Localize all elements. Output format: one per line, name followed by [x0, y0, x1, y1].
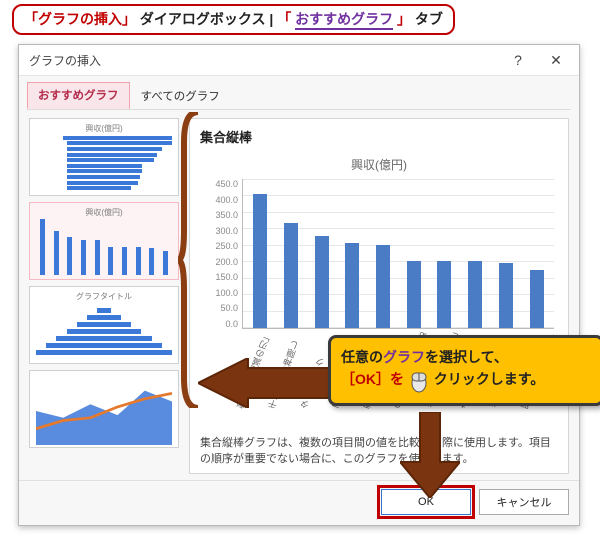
callout-line-1: 任意のグラフを選択して、: [341, 346, 591, 368]
callout-1b: グラフ: [383, 349, 425, 365]
chart-type-description: 集合縦棒グラフは、複数の項目間の値を比較する際に使用します。項目の順序が重要でな…: [200, 436, 558, 467]
chart-suggestion-1[interactable]: 興収(億円): [29, 118, 179, 196]
annotation-title-black1: ダイアログボックス: [140, 11, 266, 27]
chart-plotarea: [242, 179, 554, 329]
y-tick: 300.0: [204, 226, 238, 236]
cancel-button[interactable]: キャンセル: [479, 489, 569, 515]
y-tick: 50.0: [204, 303, 238, 313]
callout-2d: クリック: [434, 371, 490, 387]
dialog-title: グラフの挿入: [29, 52, 499, 69]
annotation-title-red1: 「グラフの挿入」: [24, 11, 136, 27]
chart-type-heading: 集合縦棒: [200, 127, 558, 146]
chart-bars: [243, 179, 554, 328]
thumb-title: グラフタイトル: [36, 291, 172, 301]
callout-2a: ［: [341, 371, 355, 387]
annotation-title: 「グラフの挿入」 ダイアログボックス | 「 おすすめグラフ 」 タブ: [12, 4, 455, 35]
cancel-button-label: キャンセル: [497, 494, 552, 510]
pyramid-chart-thumb: [36, 303, 172, 359]
y-tick: 350.0: [204, 210, 238, 220]
close-button[interactable]: ✕: [537, 48, 575, 72]
thumb-1-body: [36, 135, 172, 191]
area-chart-thumb: [36, 377, 172, 445]
chart-bar: [437, 261, 451, 328]
hbar-chart-thumb: [36, 135, 172, 191]
dialog-body: 興収(億円) 興収(億円) グラフタイトル: [19, 110, 579, 480]
chart-preview-pane: 集合縦棒 興収(億円) 450.0 400.0 350.0 300.0 250.0 200…: [189, 118, 569, 474]
chart-bar: [284, 223, 298, 328]
chart-bar: [468, 261, 482, 328]
y-tick: 200.0: [204, 257, 238, 267]
callout-line-2: ［OK］をクリック クリックします。: [341, 368, 591, 392]
ok-button-label: OK: [418, 496, 434, 508]
chart-bar: [345, 243, 359, 328]
chart-suggestion-2[interactable]: 興収(億円): [29, 202, 179, 280]
callout-2b: OK: [355, 371, 376, 387]
y-tick: 400.0: [204, 195, 238, 205]
tab-recommended-label: おすすめグラフ: [38, 90, 119, 102]
y-tick: 150.0: [204, 272, 238, 282]
chart-bar: [376, 245, 390, 328]
annotation-title-bracket-r: 」: [397, 11, 411, 27]
dialog-buttons: OK キャンセル: [19, 480, 579, 525]
annotation-title-black2: タブ: [415, 11, 443, 27]
tab-all-label: すべてのグラフ: [141, 91, 220, 103]
callout-2c: ］を: [376, 371, 404, 387]
thumb-title: 興収(億円): [36, 123, 172, 133]
chart-suggestions-sidebar: 興収(億円) 興収(億円) グラフタイトル: [29, 118, 179, 474]
chart-suggestion-4[interactable]: グラフタイトル: [29, 370, 179, 448]
thumb-title: 興収(億円): [36, 207, 172, 217]
callout-1c: を選択して、: [425, 349, 508, 365]
callout-1a: 任意の: [341, 349, 383, 365]
thumb-3-body: [36, 303, 172, 359]
thumb-2-body: [36, 219, 172, 275]
y-tick: 0.0: [204, 319, 238, 329]
chart-y-axis: 450.0 400.0 350.0 300.0 250.0 200.0 150.0 100.0…: [204, 179, 242, 329]
mouse-icon: [410, 369, 428, 393]
column-chart-thumb: [36, 219, 172, 275]
tab-all[interactable]: すべてのグラフ: [130, 83, 231, 109]
tab-recommended[interactable]: おすすめグラフ: [27, 82, 130, 109]
annotation-title-bracket-l: 「: [277, 11, 291, 27]
thumb-4-body: [36, 377, 172, 448]
chart-bar: [499, 263, 513, 328]
chart-bar: [315, 236, 329, 328]
dialog-tabs: おすすめグラフ すべてのグラフ: [19, 76, 579, 109]
chart-bar: [407, 261, 421, 328]
y-tick: 250.0: [204, 241, 238, 251]
annotation-title-purple: おすすめグラフ: [295, 11, 393, 30]
y-tick: 450.0: [204, 179, 238, 189]
chart-bar: [530, 270, 544, 328]
help-button[interactable]: ?: [499, 48, 537, 72]
chart-title: 興収(億円): [204, 156, 554, 173]
insert-chart-dialog: グラフの挿入 ? ✕ おすすめグラフ すべてのグラフ 興収(億円): [18, 44, 580, 526]
chart-plot-area: 450.0 400.0 350.0 300.0 250.0 200.0 150.0 100.0…: [204, 179, 554, 329]
dialog-titlebar: グラフの挿入 ? ✕: [19, 45, 579, 76]
callout-2e: します。: [490, 371, 545, 387]
ok-button[interactable]: OK: [381, 489, 471, 515]
y-tick: 100.0: [204, 288, 238, 298]
chart-suggestion-3[interactable]: グラフタイトル: [29, 286, 179, 364]
instruction-callout: 任意のグラフを選択して、 ［OK］をクリック クリックします。: [328, 335, 600, 406]
chart-bar: [253, 194, 267, 328]
